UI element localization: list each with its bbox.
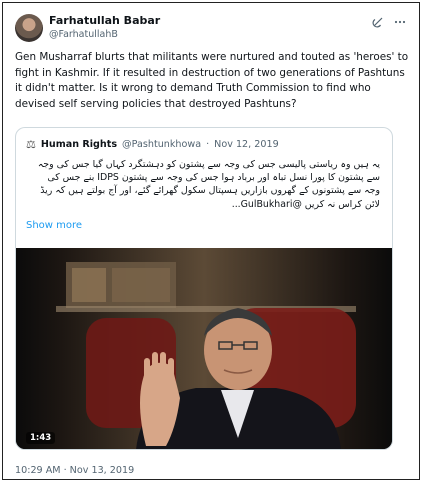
quoted-separator: · [206,139,210,150]
quoted-tweet-header: ⚖ Human Rights @Pashtunkhowa · Nov 12, 2… [26,138,279,151]
tweet-actions [371,15,407,29]
author-handle[interactable]: @FarhatullahB [49,29,118,40]
more-icon[interactable] [393,15,407,29]
tweet-text: Gen Musharraf blurts that militants were… [15,51,409,110]
author-avatar[interactable] [15,14,43,42]
author-name[interactable]: Farhatullah Babar [49,14,160,27]
video-duration: 1:43 [26,432,56,444]
video-player[interactable]: 1:43 [16,248,392,449]
tweet-card: Farhatullah Babar @FarhatullahB Gen Mush… [2,2,420,480]
quoted-author-name[interactable]: Human Rights [41,139,117,150]
quoted-date[interactable]: Nov 12, 2019 [214,139,279,150]
quoted-tweet-text: یہ ہیں وہ ریاستی پالیسی جس کی وجہ سے پشت… [37,159,380,210]
show-more-link[interactable]: Show more [26,220,82,231]
video-frame [16,248,392,449]
scales-icon: ⚖ [26,138,36,151]
quoted-tweet[interactable]: ⚖ Human Rights @Pashtunkhowa · Nov 12, 2… [15,127,393,450]
quoted-author-handle[interactable]: @Pashtunkhowa [122,139,201,150]
grok-icon[interactable] [371,15,385,29]
tweet-timestamp[interactable]: 10:29 AM · Nov 13, 2019 [15,465,134,476]
